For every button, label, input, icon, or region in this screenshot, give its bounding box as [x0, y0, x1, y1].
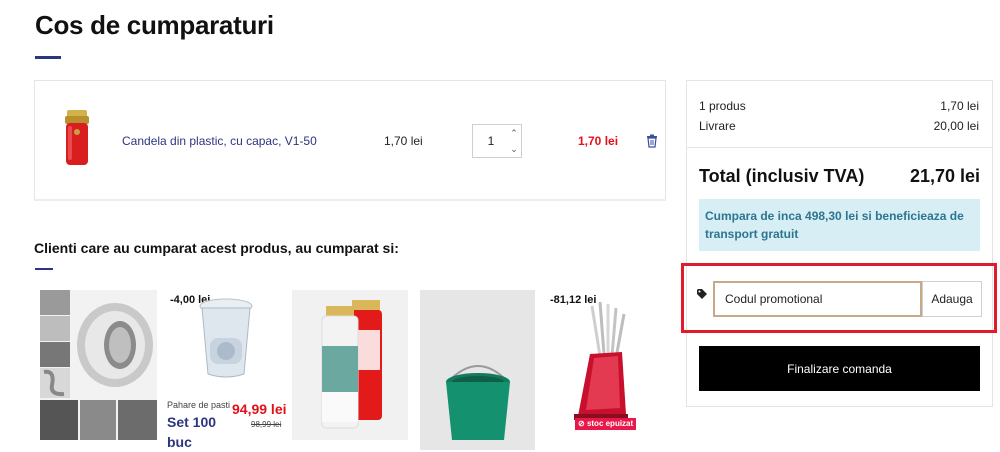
stock-status-text: stoc epuizat	[586, 419, 634, 428]
candles-image[interactable]	[292, 290, 408, 440]
product-price: 94,99 lei	[232, 401, 287, 417]
product-old-price: 98,99 lei	[251, 420, 282, 429]
cups-image[interactable]	[196, 296, 256, 381]
related-underline	[35, 268, 53, 270]
product-category-label: Pahare de pasti	[167, 400, 231, 410]
total-value: 21,70 lei	[909, 166, 980, 186]
total-label: Total (inclusiv TVA)	[699, 166, 865, 186]
delivery-label: Livrare	[699, 119, 736, 133]
product-name-link[interactable]: Set 100 buc	[167, 412, 231, 452]
knife-set-image[interactable]	[570, 296, 632, 422]
products-subtotal: 1,70 lei	[940, 99, 979, 113]
cart-item-price: 1,70 lei	[384, 134, 423, 148]
quantity-stepper[interactable]: 1 ⌃ ⌄	[472, 124, 522, 158]
chevron-down-icon[interactable]: ⌄	[507, 141, 521, 157]
related-heading: Clienti care au cumparat acest produs, a…	[34, 240, 399, 256]
trash-icon[interactable]	[646, 134, 658, 148]
cart-item-name[interactable]: Candela din plastic, cu capac, V1-50	[122, 134, 317, 148]
aluminium-tape-image[interactable]	[40, 290, 157, 440]
free-shipping-info: Cumpara de inca 498,30 lei si beneficiea…	[699, 199, 980, 251]
title-underline	[35, 56, 61, 59]
cart-item-total: 1,70 lei	[578, 134, 619, 148]
products-count-label: 1 produs	[699, 99, 746, 113]
checkout-button[interactable]: Finalizare comanda	[699, 346, 980, 391]
bucket-image[interactable]	[420, 290, 535, 450]
summary-divider	[687, 147, 992, 148]
promo-code-input[interactable]	[713, 281, 922, 317]
delivery-cost: 20,00 lei	[933, 119, 979, 133]
quantity-value[interactable]: 1	[473, 134, 509, 148]
chevron-up-icon[interactable]: ⌃	[507, 125, 521, 141]
tag-icon	[697, 289, 707, 299]
page-title: Cos de cumparaturi	[35, 10, 274, 40]
stock-status-badge: ⊘ stoc epuizat	[575, 418, 637, 430]
candle-product-image[interactable]	[62, 108, 92, 168]
add-promo-button[interactable]: Adauga	[922, 281, 982, 317]
